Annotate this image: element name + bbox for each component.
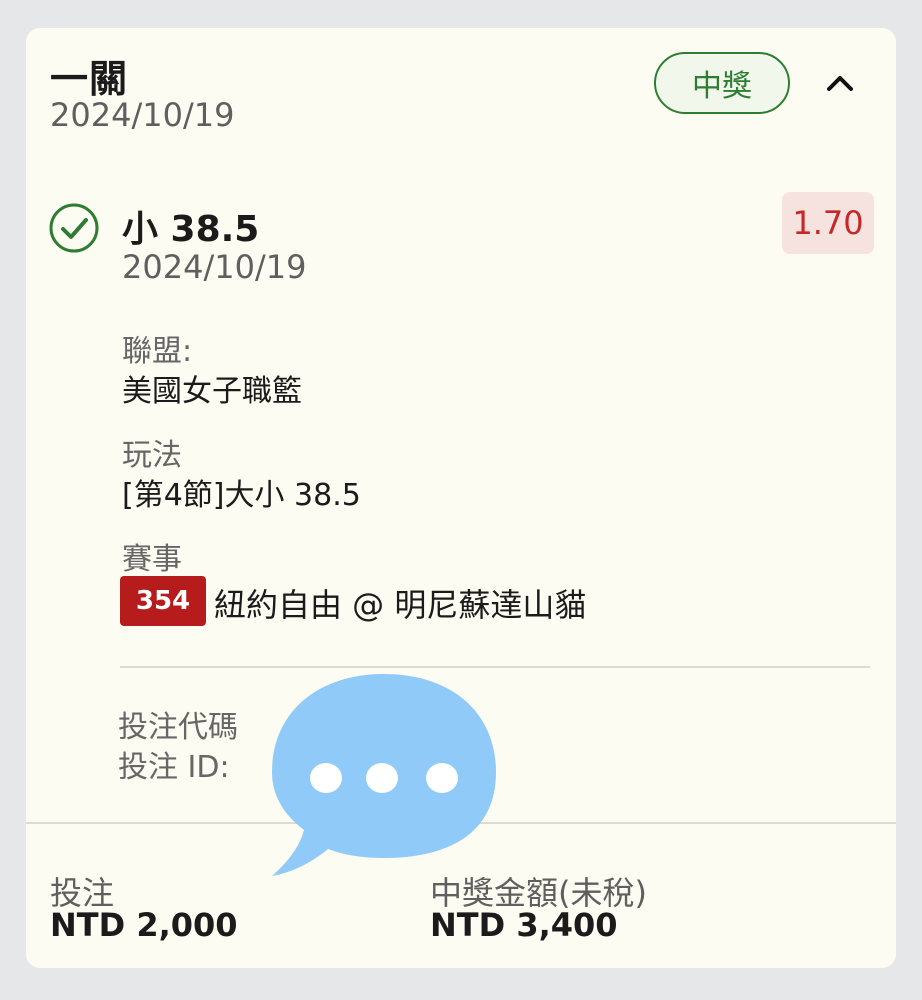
selection-title: 小 38.5 (122, 209, 260, 250)
bet-code-label: 投注代碼 (118, 710, 238, 745)
event-name: 紐約自由 @ 明尼蘇達山貓 (214, 586, 587, 624)
market-value: [第4節]大小 38.5 (122, 478, 361, 513)
event-label: 賽事 (122, 542, 182, 577)
bet-id-label: 投注 ID: (118, 750, 230, 785)
selection-date: 2024/10/19 (122, 248, 307, 286)
check-circle-icon (49, 203, 99, 253)
chat-bubble-overlay-icon (272, 674, 496, 876)
bet-card: 一關 2024/10/19 中獎 小 38.5 2024/10/19 1.70 … (26, 28, 896, 968)
odds-badge: 1.70 (782, 192, 874, 254)
market-label: 玩法 (122, 438, 182, 473)
stake-value: NTD 2,000 (50, 906, 238, 944)
event-number-badge: 354 (120, 576, 206, 626)
league-label: 聯盟: (122, 334, 193, 369)
league-value: 美國女子職籃 (122, 374, 302, 409)
winnings-value: NTD 3,400 (430, 906, 618, 944)
bet-type-title: 一關 (50, 57, 129, 101)
bet-date: 2024/10/19 (50, 96, 235, 134)
chevron-up-icon[interactable] (822, 66, 858, 102)
status-badge: 中獎 (654, 52, 790, 114)
